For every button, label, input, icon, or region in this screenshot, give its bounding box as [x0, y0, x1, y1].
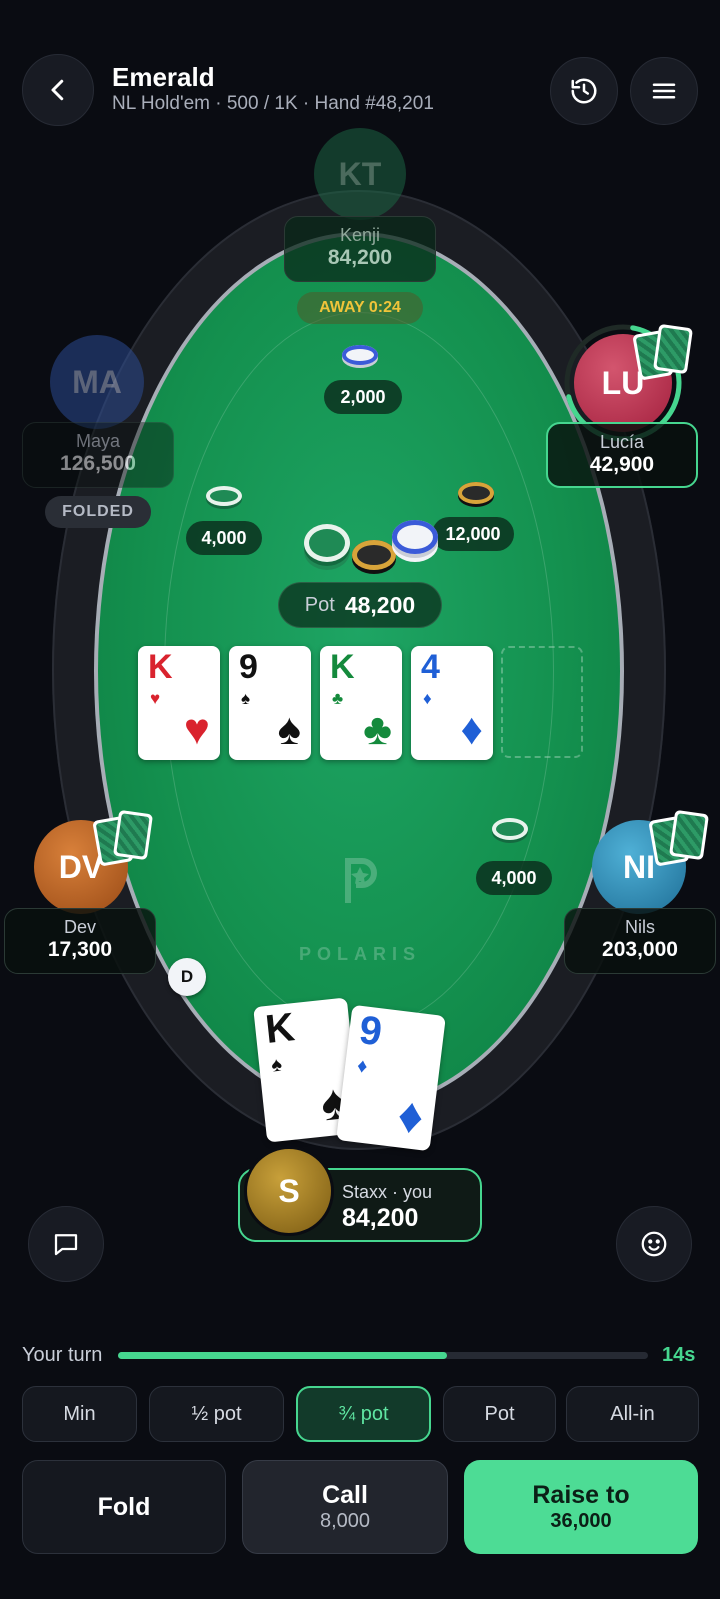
- player-stack: 126,500: [60, 452, 136, 475]
- smiley-icon: [641, 1231, 667, 1257]
- bet-amount: 12,000: [432, 517, 514, 551]
- turn-timer: 14s: [662, 1344, 696, 1366]
- turn-label: Your turn: [22, 1344, 103, 1366]
- board-card: K ♥ ♥: [138, 646, 220, 760]
- player-name: Maya: [75, 431, 120, 451]
- card-suit-large: ♦: [394, 1086, 427, 1146]
- empty-river-slot: [501, 646, 583, 758]
- card-rank: K: [330, 648, 355, 686]
- player-stack: 203,000: [602, 938, 678, 961]
- dealer-button: D: [168, 958, 206, 996]
- chip-stack: [458, 482, 494, 504]
- hole-cards-back: [92, 809, 154, 867]
- call-label: Call: [322, 1481, 368, 1509]
- bet-amount: 4,000: [476, 861, 552, 895]
- player-nameplate-nils: Nils 203,000: [564, 908, 716, 974]
- pot-chip-stack: [392, 520, 438, 554]
- raise-button[interactable]: Raise to 36,000: [464, 1460, 698, 1554]
- back-button[interactable]: [22, 54, 94, 126]
- chip-stack: [492, 818, 528, 840]
- pot-chip-stack: [352, 540, 396, 570]
- call-button[interactable]: Call 8,000: [242, 1460, 448, 1554]
- hole-cards-back: [632, 323, 694, 381]
- card-rank: 9: [356, 1007, 385, 1055]
- player-name: Dev: [63, 917, 96, 937]
- player-stack: 17,300: [47, 938, 113, 961]
- preset-pot-button[interactable]: Pot: [443, 1386, 556, 1442]
- avatar[interactable]: KT: [314, 128, 406, 220]
- chip-stack: [206, 486, 242, 506]
- player-name: Lucía: [599, 432, 645, 452]
- player-stack: 42,900: [589, 453, 655, 476]
- avatar[interactable]: MA: [50, 335, 144, 429]
- board-card: 9 ♠ ♠: [229, 646, 311, 760]
- menu-icon: [652, 83, 676, 99]
- card-suit-large: ♥: [183, 705, 210, 754]
- card-suit-large: ♣: [363, 705, 392, 754]
- folded-badge: FOLDED: [45, 496, 151, 528]
- hero-stack: 84,200: [342, 1204, 419, 1232]
- player-nameplate-lucia: Lucía 42,900: [546, 422, 698, 488]
- turn-progress-fill: [118, 1352, 447, 1359]
- turn-progress-track: [118, 1352, 648, 1359]
- preset-three-quarter-pot-button[interactable]: ¾ pot: [296, 1386, 431, 1442]
- preset-all-in-button[interactable]: All-in: [566, 1386, 699, 1442]
- menu-button[interactable]: [630, 57, 698, 125]
- fold-button[interactable]: Fold: [22, 1460, 226, 1554]
- card-rank: K: [263, 1005, 297, 1052]
- bet-amount: 4,000: [186, 521, 262, 555]
- card-suit: ♥: [150, 689, 161, 708]
- player-nameplate-kenji: Kenji 84,200: [284, 216, 436, 282]
- call-amount: 8,000: [319, 1510, 371, 1532]
- card-rank: 4: [421, 648, 440, 686]
- card-rank: K: [148, 648, 173, 686]
- pot-label: Pot: [304, 593, 335, 616]
- polaris-logo-icon: [345, 858, 377, 903]
- board-card: 4 ♦ ♦: [411, 646, 493, 760]
- away-badge: AWAY 0:24: [297, 292, 423, 324]
- card-suit: ♠: [241, 689, 251, 708]
- hand-history-button[interactable]: [550, 57, 618, 125]
- hole-card: 9 ♦ ♦: [336, 1004, 446, 1152]
- pot-display: Pot 48,200: [278, 582, 442, 628]
- fold-label: Fold: [97, 1492, 151, 1521]
- emote-button[interactable]: [616, 1206, 692, 1282]
- player-stack: 84,200: [327, 246, 393, 269]
- card-suit-large: ♠: [277, 705, 301, 754]
- chat-icon: [54, 1234, 78, 1256]
- table-subtitle: NL Hold'em · 500 / 1K · Hand #48,201: [112, 93, 434, 114]
- pot-amount: 48,200: [344, 591, 416, 618]
- player-name: Kenji: [339, 225, 381, 245]
- player-nameplate-dev: Dev 17,300: [4, 908, 156, 974]
- avatar[interactable]: S: [244, 1146, 334, 1236]
- pot-chip-stack: [304, 524, 350, 562]
- hero-name: Staxx · you: [342, 1182, 433, 1202]
- player-name: Nils: [625, 917, 655, 937]
- raise-amount: 36,000: [550, 1510, 612, 1532]
- preset-half-pot-button[interactable]: ½ pot: [149, 1386, 284, 1442]
- card-rank: 9: [239, 648, 258, 686]
- hole-cards-back: [648, 809, 710, 867]
- chip-stack: [342, 345, 378, 365]
- board-card: K ♣ ♣: [320, 646, 402, 760]
- table-title: Emerald: [112, 62, 215, 92]
- player-nameplate-maya: Maya 126,500: [22, 422, 174, 488]
- card-suit: ♠: [270, 1053, 284, 1077]
- preset-min-button[interactable]: Min: [22, 1386, 137, 1442]
- card-suit: ♦: [355, 1054, 369, 1078]
- bet-amount: 2,000: [324, 380, 402, 414]
- chat-button[interactable]: [28, 1206, 104, 1282]
- raise-label: Raise to: [532, 1481, 630, 1509]
- chevron-left-icon: [51, 79, 64, 101]
- history-icon: [571, 78, 597, 104]
- card-suit: ♦: [423, 689, 432, 708]
- table-brand: POLARIS: [298, 944, 421, 964]
- card-suit-large: ♦: [460, 705, 483, 754]
- card-suit: ♣: [332, 689, 344, 708]
